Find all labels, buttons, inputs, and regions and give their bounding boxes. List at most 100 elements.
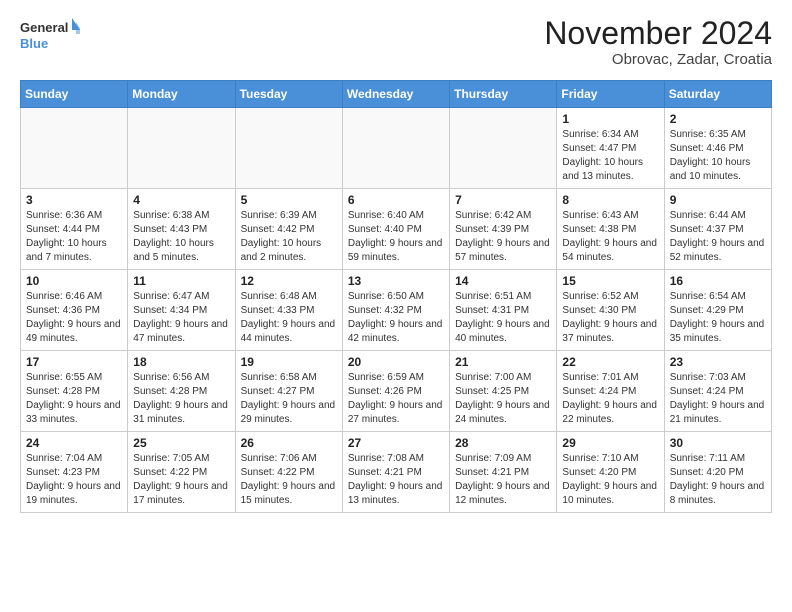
day-number: 12 xyxy=(241,274,337,288)
day-info: Sunrise: 6:43 AM Sunset: 4:38 PM Dayligh… xyxy=(562,209,658,265)
day-info: Sunrise: 6:52 AM Sunset: 4:30 PM Dayligh… xyxy=(562,290,658,346)
page: General Blue November 2024 Obrovac, Zada… xyxy=(0,0,792,529)
day-cell-1-5 xyxy=(450,108,557,189)
weekday-header-row: Sunday Monday Tuesday Wednesday Thursday… xyxy=(21,81,772,108)
day-info: Sunrise: 6:42 AM Sunset: 4:39 PM Dayligh… xyxy=(455,209,551,265)
day-info: Sunrise: 7:06 AM Sunset: 4:22 PM Dayligh… xyxy=(241,452,337,508)
day-cell-3-3: 12 Sunrise: 6:48 AM Sunset: 4:33 PM Dayli… xyxy=(235,270,342,351)
day-info: Sunrise: 6:36 AM Sunset: 4:44 PM Dayligh… xyxy=(26,209,122,265)
day-info: Sunrise: 7:00 AM Sunset: 4:25 PM Dayligh… xyxy=(455,371,551,427)
location: Obrovac, Zadar, Croatia xyxy=(544,51,772,68)
day-info: Sunrise: 7:05 AM Sunset: 4:22 PM Dayligh… xyxy=(133,452,229,508)
day-cell-5-4: 27 Sunrise: 7:08 AM Sunset: 4:21 PM Dayli… xyxy=(342,432,449,513)
day-info: Sunrise: 6:59 AM Sunset: 4:26 PM Dayligh… xyxy=(348,371,444,427)
day-info: Sunrise: 6:54 AM Sunset: 4:29 PM Dayligh… xyxy=(670,290,766,346)
day-number: 7 xyxy=(455,193,551,207)
week-row-1: 1 Sunrise: 6:34 AM Sunset: 4:47 PM Daylig… xyxy=(21,108,772,189)
day-number: 26 xyxy=(241,436,337,450)
day-cell-2-7: 9 Sunrise: 6:44 AM Sunset: 4:37 PM Daylig… xyxy=(664,189,771,270)
day-info: Sunrise: 6:44 AM Sunset: 4:37 PM Dayligh… xyxy=(670,209,766,265)
week-row-4: 17 Sunrise: 6:55 AM Sunset: 4:28 PM Dayli… xyxy=(21,351,772,432)
day-number: 29 xyxy=(562,436,658,450)
day-cell-5-1: 24 Sunrise: 7:04 AM Sunset: 4:23 PM Dayli… xyxy=(21,432,128,513)
day-number: 15 xyxy=(562,274,658,288)
day-number: 28 xyxy=(455,436,551,450)
day-cell-1-6: 1 Sunrise: 6:34 AM Sunset: 4:47 PM Daylig… xyxy=(557,108,664,189)
day-cell-5-6: 29 Sunrise: 7:10 AM Sunset: 4:20 PM Dayli… xyxy=(557,432,664,513)
month-title: November 2024 xyxy=(544,16,772,51)
day-cell-1-4 xyxy=(342,108,449,189)
day-cell-2-2: 4Sunrise: 6:38 AM Sunset: 4:43 PM Daylig… xyxy=(128,189,235,270)
svg-text:Blue: Blue xyxy=(20,36,48,51)
week-row-3: 10 Sunrise: 6:46 AM Sunset: 4:36 PM Dayli… xyxy=(21,270,772,351)
day-info: Sunrise: 6:34 AM Sunset: 4:47 PM Dayligh… xyxy=(562,128,658,184)
day-info: Sunrise: 6:46 AM Sunset: 4:36 PM Dayligh… xyxy=(26,290,122,346)
day-cell-1-3 xyxy=(235,108,342,189)
day-number: 10 xyxy=(26,274,122,288)
day-info: Sunrise: 6:51 AM Sunset: 4:31 PM Dayligh… xyxy=(455,290,551,346)
logo: General Blue xyxy=(20,16,80,56)
day-number: 17 xyxy=(26,355,122,369)
day-cell-4-6: 22 Sunrise: 7:01 AM Sunset: 4:24 PM Dayli… xyxy=(557,351,664,432)
day-cell-4-5: 21Sunrise: 7:00 AM Sunset: 4:25 PM Dayli… xyxy=(450,351,557,432)
day-cell-4-4: 20 Sunrise: 6:59 AM Sunset: 4:26 PM Dayli… xyxy=(342,351,449,432)
day-cell-4-3: 19 Sunrise: 6:58 AM Sunset: 4:27 PM Dayli… xyxy=(235,351,342,432)
day-info: Sunrise: 7:01 AM Sunset: 4:24 PM Dayligh… xyxy=(562,371,658,427)
day-number: 22 xyxy=(562,355,658,369)
day-number: 3 xyxy=(26,193,122,207)
day-number: 24 xyxy=(26,436,122,450)
day-cell-4-1: 17 Sunrise: 6:55 AM Sunset: 4:28 PM Dayli… xyxy=(21,351,128,432)
day-info: Sunrise: 7:08 AM Sunset: 4:21 PM Dayligh… xyxy=(348,452,444,508)
day-info: Sunrise: 6:56 AM Sunset: 4:28 PM Dayligh… xyxy=(133,371,229,427)
day-number: 30 xyxy=(670,436,766,450)
day-number: 25 xyxy=(133,436,229,450)
day-cell-3-6: 15 Sunrise: 6:52 AM Sunset: 4:30 PM Dayli… xyxy=(557,270,664,351)
day-number: 14 xyxy=(455,274,551,288)
week-row-2: 3 Sunrise: 6:36 AM Sunset: 4:44 PM Daylig… xyxy=(21,189,772,270)
day-cell-4-2: 18Sunrise: 6:56 AM Sunset: 4:28 PM Dayli… xyxy=(128,351,235,432)
day-cell-3-7: 16 Sunrise: 6:54 AM Sunset: 4:29 PM Dayli… xyxy=(664,270,771,351)
day-cell-1-1 xyxy=(21,108,128,189)
day-info: Sunrise: 6:48 AM Sunset: 4:33 PM Dayligh… xyxy=(241,290,337,346)
day-info: Sunrise: 6:47 AM Sunset: 4:34 PM Dayligh… xyxy=(133,290,229,346)
day-cell-2-6: 8 Sunrise: 6:43 AM Sunset: 4:38 PM Daylig… xyxy=(557,189,664,270)
header-saturday: Saturday xyxy=(664,81,771,108)
day-info: Sunrise: 6:38 AM Sunset: 4:43 PM Dayligh… xyxy=(133,209,229,265)
day-number: 20 xyxy=(348,355,444,369)
day-info: Sunrise: 6:39 AM Sunset: 4:42 PM Dayligh… xyxy=(241,209,337,265)
day-cell-3-1: 10 Sunrise: 6:46 AM Sunset: 4:36 PM Dayli… xyxy=(21,270,128,351)
day-info: Sunrise: 6:55 AM Sunset: 4:28 PM Dayligh… xyxy=(26,371,122,427)
day-cell-2-5: 7 Sunrise: 6:42 AM Sunset: 4:39 PM Daylig… xyxy=(450,189,557,270)
day-info: Sunrise: 6:35 AM Sunset: 4:46 PM Dayligh… xyxy=(670,128,766,184)
day-number: 5 xyxy=(241,193,337,207)
day-number: 27 xyxy=(348,436,444,450)
svg-text:General: General xyxy=(20,20,68,35)
day-number: 9 xyxy=(670,193,766,207)
day-cell-1-7: 2 Sunrise: 6:35 AM Sunset: 4:46 PM Daylig… xyxy=(664,108,771,189)
day-info: Sunrise: 7:10 AM Sunset: 4:20 PM Dayligh… xyxy=(562,452,658,508)
header: General Blue November 2024 Obrovac, Zada… xyxy=(20,16,772,68)
day-number: 2 xyxy=(670,112,766,126)
header-friday: Friday xyxy=(557,81,664,108)
day-number: 1 xyxy=(562,112,658,126)
day-cell-3-4: 13Sunrise: 6:50 AM Sunset: 4:32 PM Dayli… xyxy=(342,270,449,351)
day-number: 8 xyxy=(562,193,658,207)
day-info: Sunrise: 6:50 AM Sunset: 4:32 PM Dayligh… xyxy=(348,290,444,346)
day-cell-1-2 xyxy=(128,108,235,189)
header-monday: Monday xyxy=(128,81,235,108)
day-cell-5-7: 30Sunrise: 7:11 AM Sunset: 4:20 PM Dayli… xyxy=(664,432,771,513)
day-cell-3-2: 11Sunrise: 6:47 AM Sunset: 4:34 PM Dayli… xyxy=(128,270,235,351)
day-info: Sunrise: 6:40 AM Sunset: 4:40 PM Dayligh… xyxy=(348,209,444,265)
day-cell-4-7: 23 Sunrise: 7:03 AM Sunset: 4:24 PM Dayli… xyxy=(664,351,771,432)
day-number: 23 xyxy=(670,355,766,369)
day-number: 19 xyxy=(241,355,337,369)
day-cell-5-3: 26 Sunrise: 7:06 AM Sunset: 4:22 PM Dayli… xyxy=(235,432,342,513)
day-cell-2-3: 5 Sunrise: 6:39 AM Sunset: 4:42 PM Daylig… xyxy=(235,189,342,270)
header-wednesday: Wednesday xyxy=(342,81,449,108)
day-info: Sunrise: 6:58 AM Sunset: 4:27 PM Dayligh… xyxy=(241,371,337,427)
day-number: 16 xyxy=(670,274,766,288)
day-number: 6 xyxy=(348,193,444,207)
day-info: Sunrise: 7:03 AM Sunset: 4:24 PM Dayligh… xyxy=(670,371,766,427)
day-info: Sunrise: 7:04 AM Sunset: 4:23 PM Dayligh… xyxy=(26,452,122,508)
day-cell-2-1: 3 Sunrise: 6:36 AM Sunset: 4:44 PM Daylig… xyxy=(21,189,128,270)
